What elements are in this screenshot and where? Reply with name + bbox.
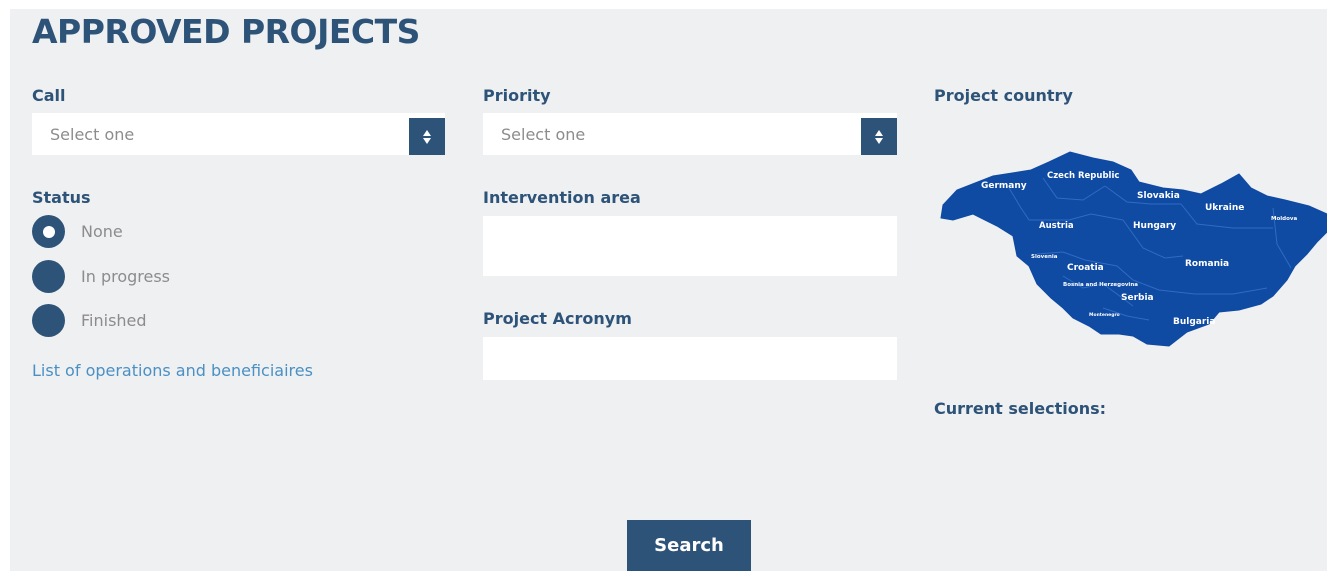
call-select[interactable]: Select one xyxy=(32,113,445,155)
search-button[interactable]: Search xyxy=(627,520,751,571)
map-label-czech-republic[interactable]: Czech Republic xyxy=(1047,171,1119,181)
map-label-germany[interactable]: Germany xyxy=(981,181,1027,191)
map-label-ukraine[interactable]: Ukraine xyxy=(1205,203,1244,213)
select-arrows-icon xyxy=(409,118,445,155)
radio-icon xyxy=(32,260,65,293)
project-country-label: Project country xyxy=(934,86,1073,105)
priority-select-value: Select one xyxy=(501,124,586,144)
project-country-map[interactable]: Germany Czech Republic Slovakia Ukraine … xyxy=(933,148,1327,348)
status-radio-finished[interactable]: Finished xyxy=(32,304,147,337)
status-option-label: In progress xyxy=(81,267,171,286)
page-title: APPROVED PROJECTS xyxy=(32,12,420,51)
map-label-moldova[interactable]: Moldova xyxy=(1271,216,1297,222)
map-label-romania[interactable]: Romania xyxy=(1185,259,1229,269)
project-acronym-input[interactable] xyxy=(483,337,897,380)
radio-icon xyxy=(32,304,65,337)
map-label-bosnia-and-herzegovina[interactable]: Bosnia and Herzegovina xyxy=(1063,282,1138,288)
map-label-austria[interactable]: Austria xyxy=(1039,221,1074,231)
map-label-bulgaria[interactable]: Bulgaria xyxy=(1173,317,1215,327)
map-label-montenegro[interactable]: Montenegro xyxy=(1089,312,1120,318)
radio-selected-icon xyxy=(32,215,65,248)
call-label: Call xyxy=(32,86,66,105)
status-option-label: None xyxy=(81,222,123,241)
status-label: Status xyxy=(32,188,91,207)
current-selections-label: Current selections: xyxy=(934,399,1107,418)
map-label-slovakia[interactable]: Slovakia xyxy=(1137,191,1180,201)
map-label-hungary[interactable]: Hungary xyxy=(1133,221,1176,231)
intervention-area-label: Intervention area xyxy=(483,188,641,207)
map-label-croatia[interactable]: Croatia xyxy=(1067,263,1104,273)
call-select-value: Select one xyxy=(50,124,135,144)
map-label-serbia[interactable]: Serbia xyxy=(1121,293,1154,303)
intervention-area-input[interactable] xyxy=(483,216,897,276)
map-label-slovenia[interactable]: Slovenia xyxy=(1031,254,1058,260)
select-arrows-icon xyxy=(861,118,897,155)
operations-beneficiaries-link[interactable]: List of operations and beneficiaires xyxy=(32,361,313,380)
status-option-label: Finished xyxy=(81,311,147,330)
project-acronym-label: Project Acronym xyxy=(483,309,632,328)
priority-label: Priority xyxy=(483,86,551,105)
status-radio-in-progress[interactable]: In progress xyxy=(32,260,170,293)
priority-select[interactable]: Select one xyxy=(483,113,897,155)
status-radio-none[interactable]: None xyxy=(32,215,123,248)
